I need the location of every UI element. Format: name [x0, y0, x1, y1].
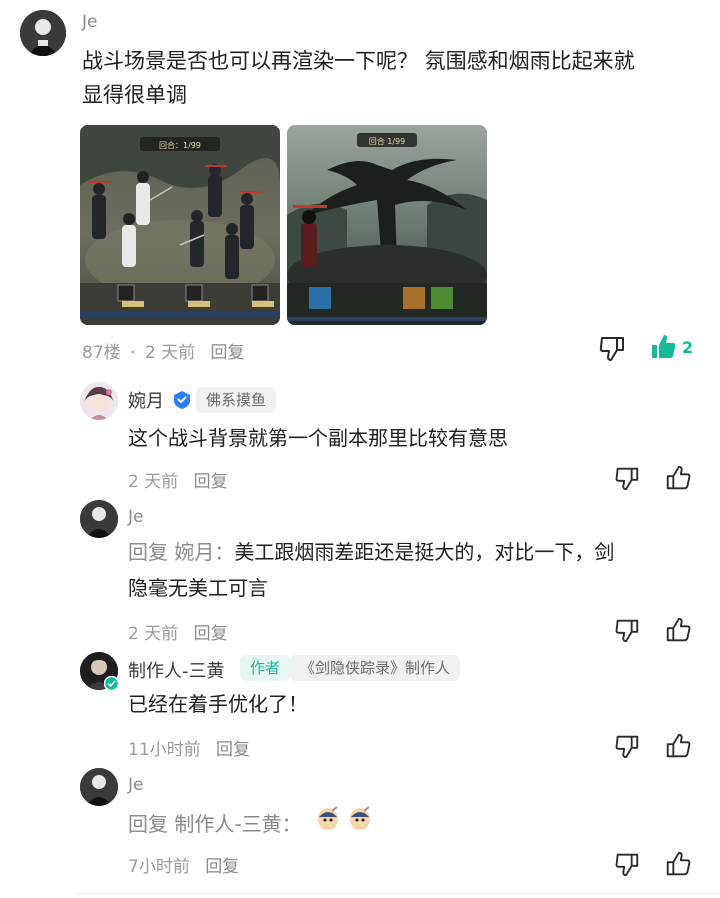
reply-text: 已经在着手优化了！ [128, 692, 308, 716]
floor-number: 87楼 [82, 343, 121, 363]
dislike-button[interactable] [611, 848, 643, 880]
bottom-divider [76, 893, 720, 894]
comment-author[interactable]: Je [82, 12, 97, 32]
comment-text: 战斗场景是否也可以再渲染一下呢？ 氛围感和烟雨比起来就 显得很单调 [82, 44, 712, 112]
comment-image-2[interactable]: 回合 1/99 [287, 125, 487, 325]
reply-text-line: 回复 婉月：美工跟烟雨差距还是挺大的，对比一下，剑 [128, 534, 708, 570]
reply-button[interactable]: 回复 [194, 472, 228, 492]
thumbs-up-icon [666, 851, 691, 876]
dislike-button[interactable] [611, 614, 643, 646]
reply-button[interactable]: 回复 [211, 343, 245, 363]
reply-text: 回复 制作人-三黄： [128, 805, 372, 842]
thumbs-up-icon [666, 733, 691, 758]
verified-author-badge-icon [103, 675, 120, 695]
reply-meta: 2 天前 回复 [128, 619, 228, 644]
like-button[interactable] [662, 462, 694, 494]
reply-meta: 7小时前 回复 [128, 852, 239, 877]
reply-text: 回复 婉月：美工跟烟雨差距还是挺大的，对比一下，剑 隐毫无美工可言 [128, 534, 708, 606]
thumbs-up-filled-icon [652, 335, 676, 358]
thumbs-down-icon [615, 853, 639, 877]
author-tag: 作者 [240, 655, 291, 681]
avatar[interactable] [80, 382, 118, 420]
timestamp: 7小时前 [128, 857, 190, 877]
thumbs-down-icon [615, 467, 639, 491]
emoji-sticker-icon [316, 805, 340, 842]
dislike-button[interactable] [611, 730, 643, 762]
reply-text-line: 隐毫无美工可言 [128, 576, 268, 600]
like-button[interactable] [662, 848, 694, 880]
like-button[interactable] [662, 730, 694, 762]
thumbs-down-icon [615, 735, 639, 759]
dislike-button[interactable] [611, 462, 643, 494]
reply-button[interactable]: 回复 [216, 740, 250, 760]
avatar[interactable] [20, 10, 66, 56]
reply-prefix: 回复 婉月： [128, 540, 235, 564]
verified-badge-icon [172, 390, 192, 414]
reply-button[interactable]: 回复 [205, 857, 239, 877]
reply-author[interactable]: 制作人-三黄 [128, 657, 225, 683]
user-tag: 佛系摸鱼 [196, 387, 277, 413]
reply-text: 这个战斗背景就第一个副本那里比较有意思 [128, 426, 508, 450]
reply-button[interactable]: 回复 [194, 624, 228, 644]
thumbs-up-icon [666, 617, 691, 642]
reply-text-part: 美工跟烟雨差距还是挺大的，对比一下，剑 [234, 540, 615, 564]
like-button[interactable] [662, 614, 694, 646]
comment-image-1[interactable]: 回合：1/99 [80, 125, 280, 325]
emoji-sticker-icon [348, 805, 372, 842]
reply-meta: 2 天前 回复 [128, 467, 228, 492]
image-hud-text: 回合 1/99 [369, 136, 406, 146]
comment-meta: 87楼 · 2 天前 回复 [82, 338, 245, 363]
like-count: 2 [682, 337, 694, 357]
timestamp: 2 天前 [128, 624, 179, 644]
reply-meta: 11小时前 回复 [128, 735, 250, 760]
meta-separator: · [130, 343, 136, 363]
comment-text-line: 显得很单调 [82, 83, 187, 107]
avatar[interactable] [80, 500, 118, 538]
timestamp: 2 天前 [128, 472, 179, 492]
reply-prefix: 回复 制作人-三黄： [128, 811, 302, 836]
thumbs-up-icon [666, 465, 691, 490]
timestamp: 2 天前 [144, 343, 196, 363]
thumbs-down-icon [615, 619, 639, 643]
timestamp: 11小时前 [128, 740, 201, 760]
reply-author[interactable]: 婉月 [128, 387, 164, 413]
reply-author[interactable]: Je [128, 507, 143, 527]
user-tag: 《剑隐侠踪录》制作人 [290, 655, 461, 681]
thumbs-down-icon [599, 337, 624, 361]
avatar[interactable] [80, 768, 118, 806]
like-button[interactable]: 2 [648, 332, 693, 362]
dislike-button[interactable] [596, 332, 628, 364]
image-hud-text: 回合：1/99 [159, 140, 201, 150]
comment-text-line: 战斗场景是否也可以再渲染一下呢？ 氛围感和烟雨比起来就 [82, 49, 635, 73]
reply-author[interactable]: Je [128, 775, 143, 795]
